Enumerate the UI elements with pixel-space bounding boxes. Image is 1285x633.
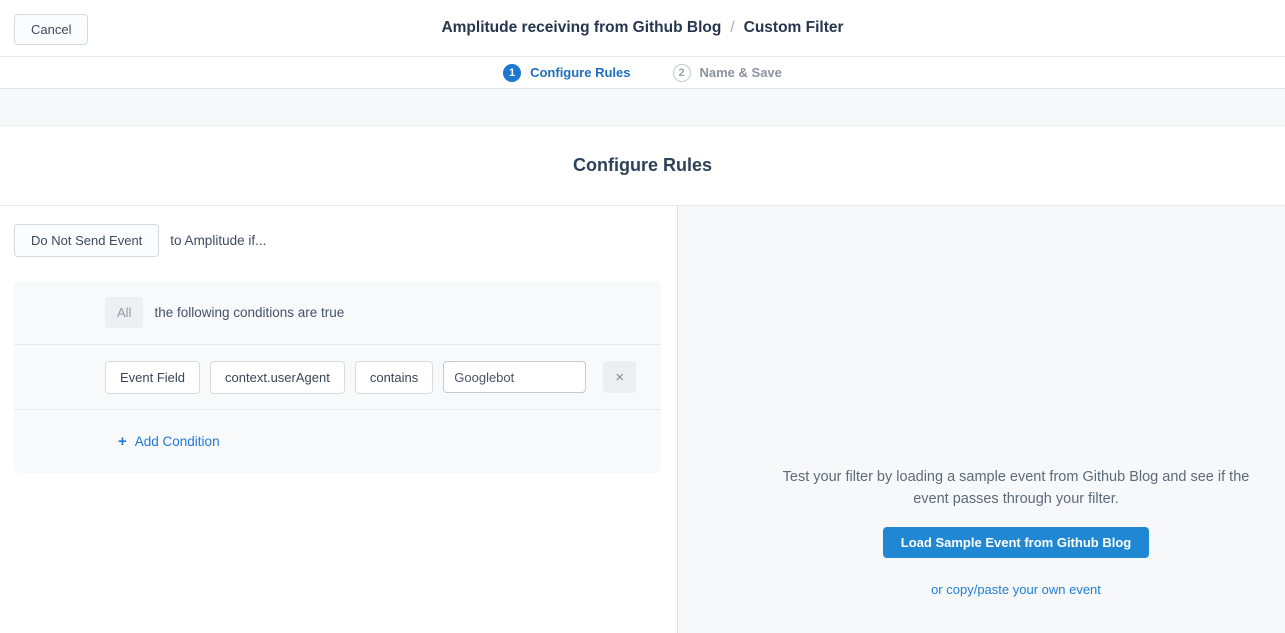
rules-panel: Do Not Send Event to Amplitude if... All… [0, 206, 678, 633]
cancel-button[interactable]: Cancel [14, 14, 88, 45]
plus-icon: + [118, 433, 127, 450]
filter-action-suffix: to Amplitude if... [170, 233, 266, 248]
page-title: Configure Rules [573, 155, 712, 176]
condition-field-selector[interactable]: context.userAgent [210, 361, 345, 394]
operator-selector[interactable]: All [105, 297, 143, 328]
add-condition-label: Add Condition [135, 434, 220, 449]
close-icon: × [615, 369, 624, 386]
step-number-badge: 1 [503, 64, 521, 82]
step-name-and-save[interactable]: 2 Name & Save [673, 64, 782, 82]
remove-condition-button[interactable]: × [603, 361, 636, 393]
heading-section: Configure Rules [0, 126, 1285, 206]
step-label: Configure Rules [530, 65, 630, 80]
operator-row: All the following conditions are true [14, 281, 661, 344]
main-content: Do Not Send Event to Amplitude if... All… [0, 206, 1285, 633]
breadcrumb: Amplitude receiving from Github Blog / Cus… [441, 19, 843, 37]
add-condition-button[interactable]: + Add Condition [118, 433, 220, 450]
load-sample-event-button[interactable]: Load Sample Event from Github Blog [883, 527, 1149, 558]
paste-own-event-link[interactable]: or copy/paste your own event [931, 582, 1101, 597]
condition-row: Event Field context.userAgent contains × [14, 344, 661, 409]
condition-value-input[interactable] [443, 361, 586, 393]
steps-bar: 1 Configure Rules 2 Name & Save [0, 57, 1285, 89]
condition-operator-selector[interactable]: contains [355, 361, 433, 394]
background-band [0, 89, 1285, 126]
test-block: Test your filter by loading a sample eve… [781, 466, 1251, 599]
condition-type-selector[interactable]: Event Field [105, 361, 200, 394]
step-number-badge: 2 [673, 64, 691, 82]
breadcrumb-primary: Amplitude receiving from Github Blog [441, 19, 721, 36]
breadcrumb-separator: / [730, 19, 734, 36]
condition-group: All the following conditions are true Ev… [14, 281, 661, 473]
test-description: Test your filter by loading a sample eve… [781, 466, 1251, 510]
step-label: Name & Save [700, 65, 782, 80]
step-configure-rules[interactable]: 1 Configure Rules [503, 64, 630, 82]
filter-action-row: Do Not Send Event to Amplitude if... [14, 224, 663, 257]
filter-action-button[interactable]: Do Not Send Event [14, 224, 159, 257]
operator-description: the following conditions are true [154, 305, 344, 320]
breadcrumb-secondary: Custom Filter [744, 19, 844, 36]
test-panel: Test your filter by loading a sample eve… [678, 206, 1285, 633]
top-bar: Cancel Amplitude receiving from Github B… [0, 0, 1285, 57]
add-condition-row: + Add Condition [14, 409, 661, 473]
